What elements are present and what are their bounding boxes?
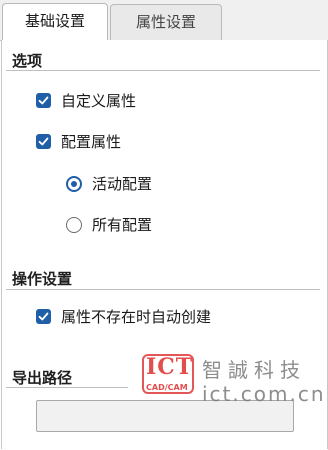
export-path-divider bbox=[6, 387, 128, 388]
auto-create-label: 属性不存在时自动创建 bbox=[61, 308, 212, 326]
all-configs-label: 所有配置 bbox=[92, 216, 153, 234]
all-configs-radio[interactable] bbox=[66, 216, 82, 233]
watermark-company-name: 智誠科技 bbox=[202, 358, 306, 382]
checkmark-icon bbox=[38, 312, 49, 321]
auto-create-checkbox[interactable] bbox=[36, 309, 51, 324]
tab-attribute-settings[interactable]: 属性设置 bbox=[110, 4, 222, 40]
options-divider bbox=[6, 70, 320, 71]
auto-create-option[interactable]: 属性不存在时自动创建 bbox=[36, 306, 211, 327]
active-config-option[interactable]: 活动配置 bbox=[66, 173, 152, 194]
config-attributes-option[interactable]: 配置属性 bbox=[36, 131, 121, 152]
config-attributes-label: 配置属性 bbox=[61, 133, 122, 151]
tab-basic-settings[interactable]: 基础设置 bbox=[2, 3, 108, 40]
operation-divider bbox=[6, 289, 320, 290]
watermark-logo: ICT bbox=[146, 354, 194, 380]
watermark: ICT CAD/CAM 智誠科技 ict.com.cn bbox=[140, 350, 326, 410]
tab-bar: 基础设置 属性设置 bbox=[0, 0, 328, 41]
custom-attributes-label: 自定义属性 bbox=[61, 92, 137, 110]
checkmark-icon bbox=[38, 96, 49, 105]
options-group-title: 选项 bbox=[12, 52, 43, 70]
watermark-logo-sub: CAD/CAM bbox=[146, 383, 188, 392]
watermark-url: ict.com.cn bbox=[202, 382, 326, 406]
custom-attributes-checkbox[interactable] bbox=[36, 93, 51, 108]
config-attributes-checkbox[interactable] bbox=[36, 134, 51, 149]
active-config-radio[interactable] bbox=[66, 175, 82, 192]
export-path-group-title: 导出路径 bbox=[12, 369, 73, 387]
checkmark-icon bbox=[38, 137, 49, 146]
active-config-label: 活动配置 bbox=[92, 175, 153, 193]
operation-group-title: 操作设置 bbox=[12, 270, 73, 288]
all-configs-option[interactable]: 所有配置 bbox=[66, 214, 152, 235]
custom-attributes-option[interactable]: 自定义属性 bbox=[36, 90, 136, 111]
